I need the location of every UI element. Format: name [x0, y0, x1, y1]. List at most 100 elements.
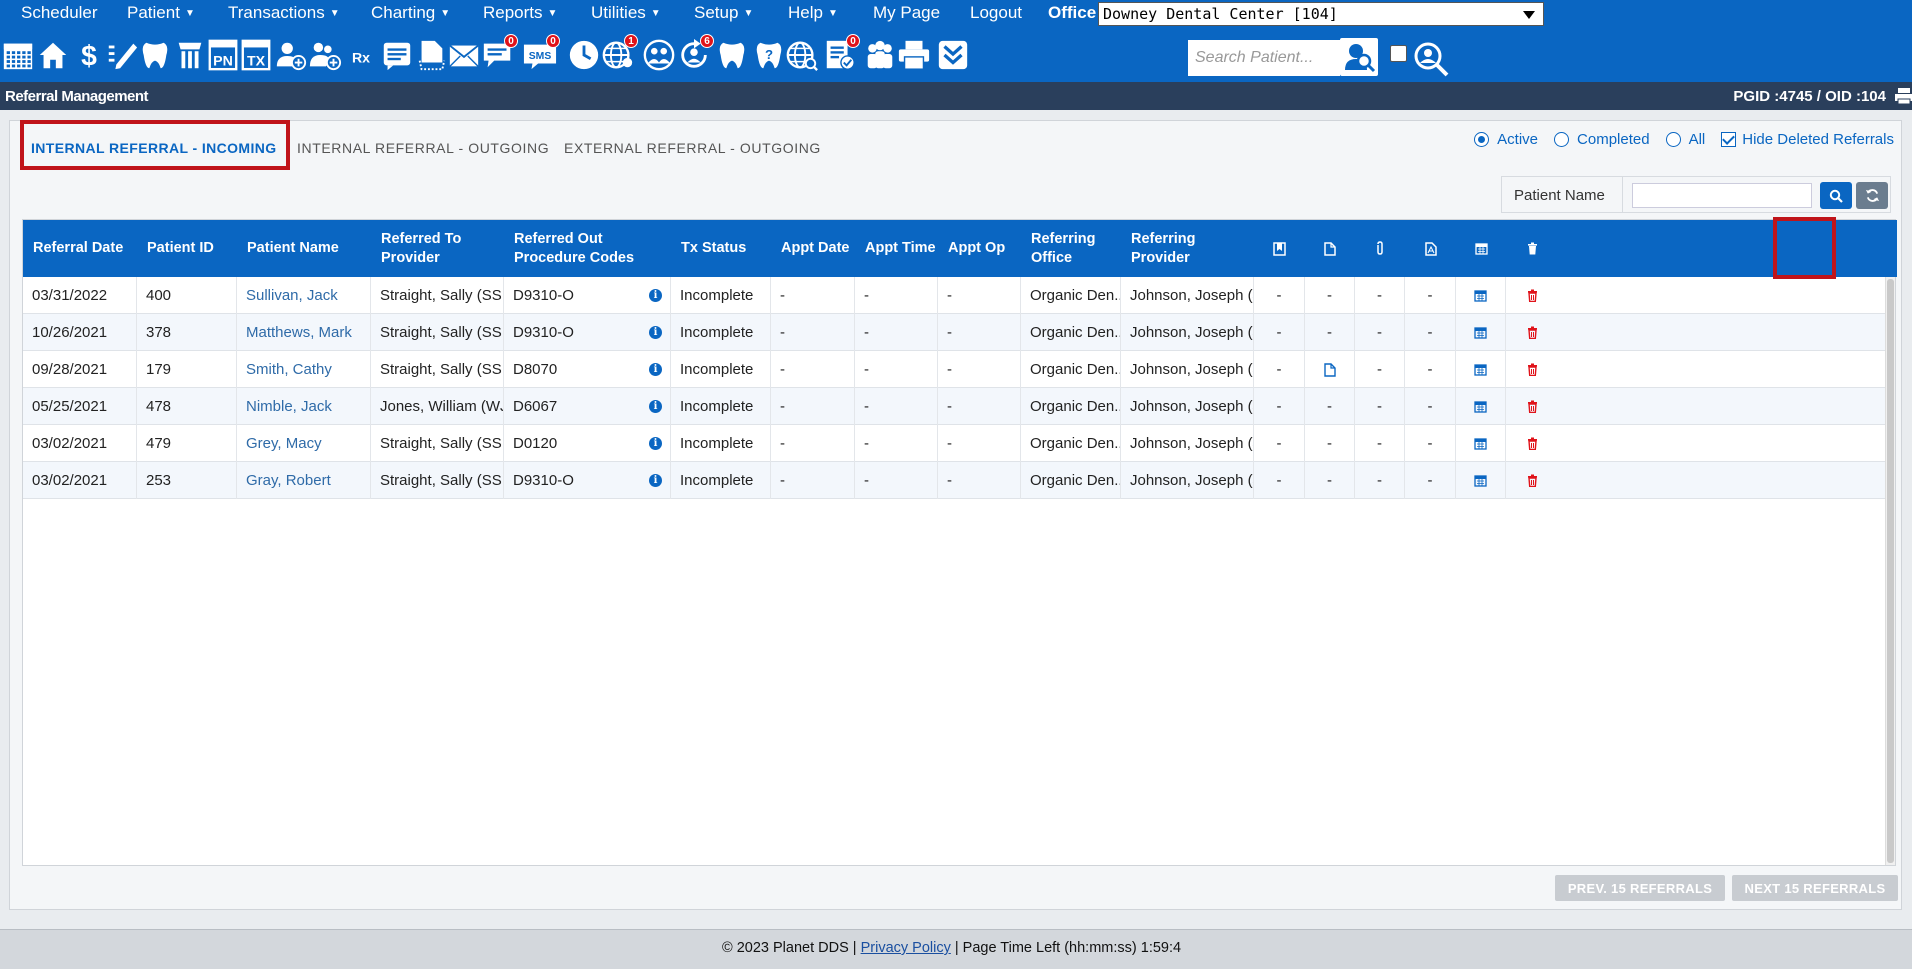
document-icon[interactable] [1305, 220, 1355, 277]
document-icon[interactable] [413, 37, 449, 73]
toolbar-checkbox[interactable] [1390, 45, 1407, 62]
filter-refresh-button[interactable] [1856, 182, 1888, 209]
schedule-appointment-icon[interactable] [1456, 462, 1506, 499]
patient-name-input[interactable] [1632, 183, 1812, 208]
info-icon[interactable]: i [649, 437, 662, 450]
info-icon[interactable]: i [649, 289, 662, 302]
globe-search-icon[interactable] [784, 37, 820, 73]
web-alert-icon[interactable]: 1 [600, 34, 638, 73]
patient-name-link[interactable]: Gray, Robert [246, 472, 331, 489]
delete-icon[interactable] [1506, 277, 1558, 314]
column-header[interactable]: Appt Op [938, 220, 1021, 277]
column-header[interactable]: Referring Office [1021, 220, 1121, 277]
menu-scheduler[interactable]: Scheduler [21, 3, 98, 23]
schedule-appointment-icon[interactable] [1456, 277, 1506, 314]
radio-active[interactable] [1474, 132, 1490, 147]
column-header[interactable]: Referred Out Procedure Codes [504, 220, 671, 277]
menu-patient[interactable]: Patient ▼ [127, 3, 195, 23]
info-icon[interactable]: i [649, 400, 662, 413]
office-select[interactable]: Downey Dental Center [104] [1098, 2, 1544, 26]
search-patient-input[interactable]: Search Patient... [1188, 40, 1340, 76]
menu-charting[interactable]: Charting ▼ [371, 3, 450, 23]
notes-icon[interactable] [379, 37, 415, 73]
column-header[interactable]: Referral Date [23, 220, 137, 277]
column-header[interactable]: Referred To Provider [371, 220, 504, 277]
delete-icon[interactable] [1506, 388, 1558, 425]
next-referrals-button[interactable]: NEXT 15 REFERRALS [1732, 875, 1898, 901]
radio-all[interactable] [1665, 132, 1681, 147]
column-header[interactable]: Patient ID [137, 220, 237, 277]
tab-internal-outgoing[interactable]: INTERNAL REFERRAL - OUTGOING [297, 140, 549, 156]
menu-my-page[interactable]: My Page [873, 3, 940, 23]
schedule-appointment-icon[interactable] [1456, 425, 1506, 462]
schedule-appointment-icon[interactable] [1456, 351, 1506, 388]
document-icon[interactable] [1305, 351, 1355, 388]
progress-notes-icon[interactable]: PN [205, 37, 241, 73]
group-icon[interactable] [862, 37, 898, 73]
edit-icon[interactable] [104, 37, 140, 73]
column-header[interactable]: Appt Time [855, 220, 938, 277]
patient-name-link[interactable]: Nimble, Jack [246, 398, 332, 415]
radio-completed[interactable] [1554, 132, 1570, 147]
perio-icon[interactable] [172, 37, 208, 73]
add-patient-icon[interactable] [273, 37, 309, 73]
sms-icon[interactable]: SMS 0 [522, 34, 560, 73]
column-header[interactable]: Appt Date [771, 220, 855, 277]
recall-icon[interactable]: 6 [676, 34, 714, 73]
menu-reports[interactable]: Reports ▼ [483, 3, 557, 23]
vertical-scrollbar[interactable] [1885, 277, 1895, 865]
column-header[interactable]: Referring Provider [1121, 220, 1254, 277]
scrollbar-thumb[interactable] [1887, 279, 1894, 863]
radio-completed-label[interactable]: Completed [1577, 131, 1650, 148]
calendar-icon[interactable] [0, 37, 36, 73]
clock-icon[interactable] [566, 37, 602, 73]
trash-icon[interactable] [1506, 220, 1558, 277]
radio-active-label[interactable]: Active [1497, 131, 1538, 148]
table-row[interactable]: 03/31/2022 400 Sullivan, Jack Straight, Sal… [23, 277, 1885, 314]
delete-icon[interactable] [1506, 351, 1558, 388]
print-icon[interactable] [1894, 87, 1912, 105]
info-icon[interactable]: i [649, 363, 662, 376]
filter-search-button[interactable] [1820, 182, 1852, 209]
delete-icon[interactable] [1506, 314, 1558, 351]
menu-help[interactable]: Help ▼ [788, 3, 838, 23]
people-search-icon[interactable] [1412, 40, 1450, 78]
menu-transactions[interactable]: Transactions ▼ [228, 3, 340, 23]
menu-logout[interactable]: Logout [970, 3, 1022, 23]
printer-icon[interactable] [896, 37, 932, 73]
attachment-icon[interactable] [1355, 220, 1405, 277]
delete-icon[interactable] [1506, 462, 1558, 499]
form-check-icon[interactable]: 0 [822, 34, 860, 73]
delete-icon[interactable] [1506, 425, 1558, 462]
bookmark-icon[interactable] [1254, 220, 1305, 277]
email-icon[interactable] [446, 37, 482, 73]
column-header[interactable]: Tx Status [671, 220, 771, 277]
hide-deleted-checkbox[interactable] [1721, 132, 1737, 147]
patient-name-link[interactable]: Grey, Macy [246, 435, 322, 452]
treatment-icon[interactable]: TX [238, 37, 274, 73]
radio-all-label[interactable]: All [1689, 131, 1706, 148]
hide-deleted-label[interactable]: Hide Deleted Referrals [1742, 131, 1894, 148]
menu-setup[interactable]: Setup ▼ [694, 3, 753, 23]
expand-down-icon[interactable] [935, 37, 971, 73]
tab-external-outgoing[interactable]: EXTERNAL REFERRAL - OUTGOING [564, 140, 821, 156]
table-row[interactable]: 10/26/2021 378 Matthews, Mark Straight, Sal… [23, 314, 1885, 351]
dollar-icon[interactable]: $ [71, 37, 107, 73]
home-icon[interactable] [35, 37, 71, 73]
calendar-icon[interactable] [1456, 220, 1506, 277]
add-family-icon[interactable] [307, 37, 343, 73]
messages-icon[interactable]: 0 [480, 34, 518, 73]
patient-search-button[interactable] [1340, 38, 1378, 76]
tab-internal-incoming[interactable]: INTERNAL REFERRAL - INCOMING [31, 140, 277, 156]
tooth-help-icon[interactable]: ? [751, 37, 787, 73]
prescription-icon[interactable]: Rx [343, 37, 379, 73]
patient-name-link[interactable]: Matthews, Mark [246, 324, 352, 341]
prev-referrals-button[interactable]: PREV. 15 REFERRALS [1555, 875, 1725, 901]
menu-utilities[interactable]: Utilities ▼ [591, 3, 661, 23]
table-row[interactable]: 03/02/2021 479 Grey, Macy Straight, Sally (… [23, 425, 1885, 462]
pdf-icon[interactable] [1405, 220, 1456, 277]
privacy-policy-link[interactable]: Privacy Policy [861, 940, 951, 956]
schedule-appointment-icon[interactable] [1456, 314, 1506, 351]
web-users-icon[interactable] [641, 37, 677, 73]
table-row[interactable]: 03/02/2021 253 Gray, Robert Straight, Sally… [23, 462, 1885, 499]
